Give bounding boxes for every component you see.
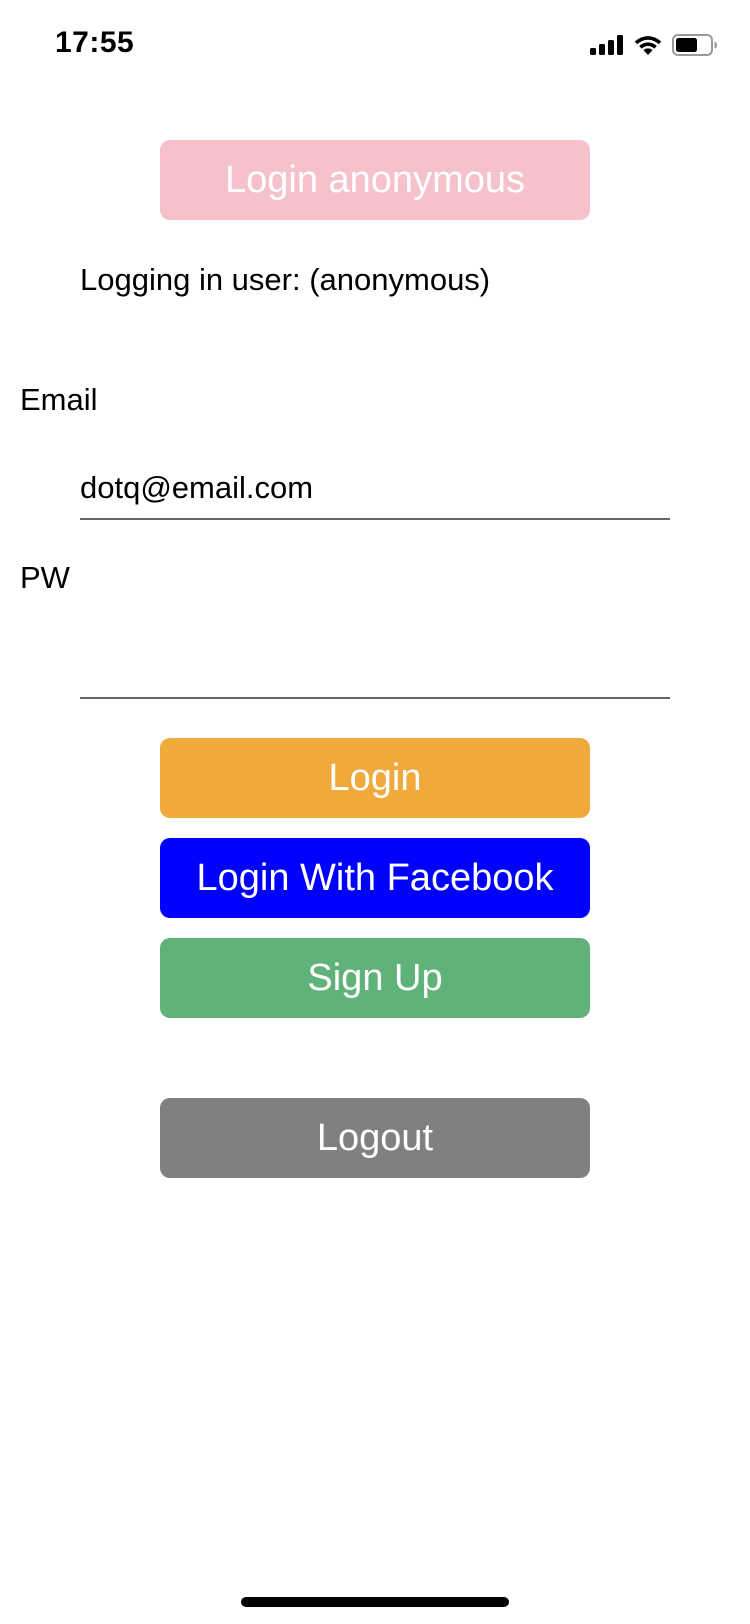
password-label: PW bbox=[20, 560, 70, 595]
login-status-message: Logging in user: (anonymous) bbox=[80, 262, 491, 297]
cellular-signal-icon bbox=[590, 35, 623, 55]
status-icons bbox=[590, 30, 718, 60]
battery-icon bbox=[672, 34, 717, 56]
home-indicator bbox=[241, 1597, 509, 1607]
login-with-facebook-button[interactable]: Login With Facebook bbox=[160, 838, 590, 918]
login-button[interactable]: Login bbox=[160, 738, 590, 818]
sign-up-button[interactable]: Sign Up bbox=[160, 938, 590, 1018]
login-anonymous-button[interactable]: Login anonymous bbox=[160, 140, 590, 220]
password-field[interactable] bbox=[80, 637, 670, 699]
status-time: 17:55 bbox=[55, 26, 135, 59]
email-field[interactable] bbox=[80, 458, 670, 520]
status-bar: 17:55 bbox=[0, 0, 750, 90]
wifi-icon bbox=[634, 35, 662, 55]
email-label: Email bbox=[20, 382, 98, 417]
logout-button[interactable]: Logout bbox=[160, 1098, 590, 1178]
